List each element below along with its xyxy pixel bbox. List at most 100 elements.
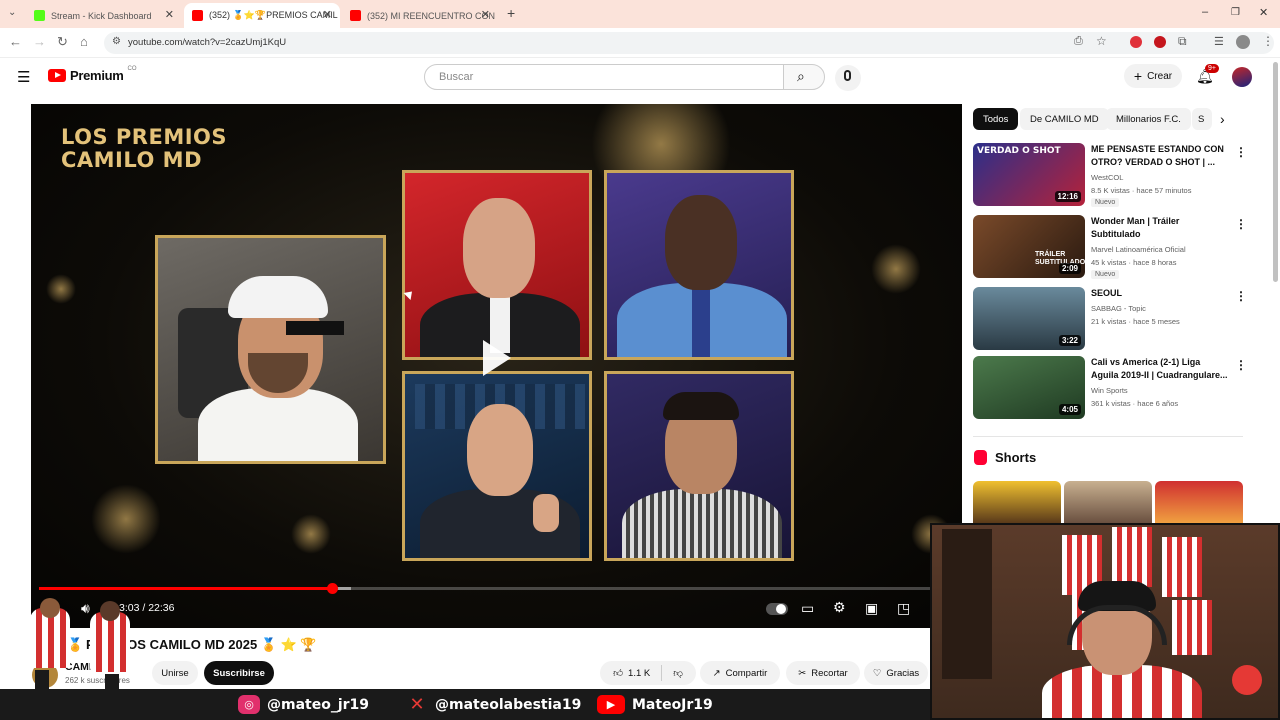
ball-decoration [1232, 665, 1262, 695]
recommendation-title[interactable]: Wonder Man | Tráiler Subtitulado [1091, 215, 1229, 241]
jersey-on-wall [1172, 600, 1212, 655]
maximize-button[interactable]: ❐ [1231, 7, 1240, 18]
chip-de-camilo-md[interactable]: De CAMILO MD [1020, 108, 1109, 130]
play-icon[interactable] [483, 340, 511, 376]
chip-partial[interactable]: S [1192, 108, 1212, 130]
home-icon[interactable]: ⌂ [80, 34, 88, 49]
search-button[interactable]: ⌕ [783, 64, 825, 90]
recommendation-item[interactable]: 3:22 SEOUL SABBAG - Topic 21 k vistas · … [973, 287, 1247, 351]
account-avatar[interactable] [1232, 67, 1252, 87]
tab-title: (352) MI REENCUENTRO CON [367, 10, 496, 21]
chip-label: Todos [983, 113, 1009, 125]
tab-close-icon[interactable]: ✕ [323, 8, 332, 21]
voice-search-button[interactable] [835, 65, 861, 91]
notifications-button[interactable]: 🔔︎ 9+ [1196, 64, 1219, 85]
recommendation-item[interactable]: 4:05 Cali vs America (2-1) Liga Aguila 2… [973, 356, 1247, 420]
chip-scroll-right-icon[interactable]: › [1220, 111, 1225, 127]
recommendation-meta: 8.5 K vistas · hace 57 minutos [1091, 186, 1192, 195]
join-button[interactable]: Unirse [152, 661, 198, 685]
x-handle: @mateolabestia19 [435, 696, 582, 713]
close-window-button[interactable]: ✕ [1259, 6, 1268, 19]
extension-opera-icon[interactable] [1154, 36, 1166, 48]
duration-badge: 12:16 [1054, 191, 1081, 202]
recommendation-item[interactable]: VERDAD O SHOT 12:16 ME PENSASTE ESTANDO … [973, 143, 1247, 207]
tab-premios-camilo[interactable]: (352) 🏅⭐🏆PREMIOS CAMIL ✕ [184, 3, 340, 28]
tab-title: Stream - Kick Dashboard [51, 10, 152, 21]
guest-panel-1 [402, 170, 592, 360]
share-arrow-icon: ↗ [712, 667, 721, 679]
create-button[interactable]: + Crear [1124, 64, 1182, 88]
more-options-icon[interactable]: ⋮ [1235, 217, 1247, 231]
youtube-header: ☰ Premium CO Buscar ⌕ + Crear 🔔︎ 9+ [0, 58, 1280, 98]
reload-icon[interactable]: ↻ [57, 34, 68, 50]
search-input[interactable]: Buscar [424, 64, 784, 90]
new-badge: Nuevo [1091, 198, 1120, 207]
autoplay-toggle[interactable] [766, 603, 788, 615]
share-button[interactable]: ↗ Compartir [700, 661, 780, 685]
back-icon[interactable]: ← [9, 34, 22, 49]
forward-icon[interactable]: → [33, 34, 46, 49]
reading-list-icon[interactable]: ☰ [1214, 35, 1224, 48]
guest-panel-2 [604, 170, 794, 360]
more-options-icon[interactable]: ⋮ [1235, 358, 1247, 372]
tab-close-icon[interactable]: ✕ [481, 8, 490, 21]
jersey-on-wall [1162, 537, 1202, 597]
recommendation-channel[interactable]: WestCOL [1091, 173, 1123, 182]
recommendation-thumbnail[interactable]: 3:22 [973, 287, 1085, 350]
short-thumbnail[interactable] [1155, 481, 1243, 523]
page-scrollbar[interactable] [1273, 62, 1278, 282]
tab-kick-dashboard[interactable]: Stream - Kick Dashboard ✕ [26, 3, 182, 28]
guest-panel-4 [604, 371, 794, 561]
miniplayer-icon[interactable]: ▣ [865, 600, 878, 617]
extension-adblock-icon[interactable] [1130, 36, 1142, 48]
install-app-icon[interactable]: ⎙ [1074, 35, 1083, 48]
recommendation-thumbnail[interactable]: 4:05 [973, 356, 1085, 419]
profile-avatar-icon[interactable] [1236, 35, 1250, 49]
new-tab-button[interactable]: + [507, 5, 515, 21]
extensions-puzzle-icon[interactable]: ⧉ [1178, 34, 1187, 49]
recommendation-title[interactable]: SEOUL [1091, 287, 1229, 300]
person-face [467, 404, 533, 496]
recommendation-thumbnail[interactable]: VERDAD O SHOT 12:16 [973, 143, 1085, 206]
dislike-button[interactable]: 👎︎ [673, 667, 683, 679]
browser-menu-icon[interactable]: ⋮ [1262, 34, 1274, 48]
logo-region: CO [127, 65, 137, 72]
like-button[interactable]: 👍︎ 1.1 K [613, 667, 650, 680]
progress-scrubber[interactable] [326, 583, 338, 594]
settings-gear-icon[interactable]: ⚙ [833, 599, 846, 616]
thanks-label: Gracias [886, 667, 920, 679]
progress-bar[interactable] [39, 583, 931, 594]
subtitles-icon[interactable]: ▭ [801, 600, 814, 617]
video-player[interactable]: LOS PREMIOS CAMILO MD 🔊︎ 3:03 / 22:36 ▭ … [31, 104, 962, 628]
more-options-icon[interactable]: ⋮ [1235, 145, 1247, 159]
youtube-premium-logo[interactable]: Premium CO [48, 65, 137, 83]
short-thumbnail[interactable] [1064, 481, 1152, 523]
recommendation-thumbnail[interactable]: TRÁILER SUBTITULADO 2:09 [973, 215, 1085, 278]
recommendation-title[interactable]: ME PENSASTE ESTANDO CON OTRO? VERDAD O S… [1091, 143, 1229, 169]
tab-list-chevron-icon[interactable]: ⌄ [8, 7, 16, 18]
subscribe-button[interactable]: Suscribirse [204, 661, 274, 685]
tab-mi-reencuentro[interactable]: (352) MI REENCUENTRO CON ✕ [342, 3, 498, 28]
white-cap [228, 276, 328, 318]
browser-address-bar: ← → ↻ ⌂ ⚙ youtube.com/watch?v=2cazUmj1Kq… [0, 28, 1280, 58]
chip-label: Millonarios F.C. [1116, 113, 1181, 125]
recommendation-item[interactable]: TRÁILER SUBTITULADO 2:09 Wonder Man | Tr… [973, 215, 1247, 279]
url-field[interactable]: ⚙ youtube.com/watch?v=2cazUmj1KqU ⎙ ☆ ⧉ … [104, 32, 1274, 54]
thanks-button[interactable]: ♡ Gracias [864, 661, 928, 685]
more-options-icon[interactable]: ⋮ [1235, 289, 1247, 303]
minimize-button[interactable]: – [1202, 6, 1208, 18]
bookmark-star-icon[interactable]: ☆ [1096, 34, 1107, 48]
cast-icon[interactable]: ◳ [897, 600, 910, 617]
clip-button[interactable]: ✂ Recortar [786, 661, 860, 685]
chip-todos[interactable]: Todos [973, 108, 1019, 130]
tab-close-icon[interactable]: ✕ [165, 8, 174, 21]
chip-millonarios[interactable]: Millonarios F.C. [1106, 108, 1191, 130]
recommendation-channel[interactable]: Win Sports [1091, 386, 1128, 395]
instagram-icon: ◎ [238, 695, 260, 714]
site-info-icon[interactable]: ⚙ [112, 36, 121, 47]
recommendation-channel[interactable]: Marvel Latinoamérica Oficial [1091, 245, 1186, 254]
short-thumbnail[interactable] [973, 481, 1061, 523]
recommendation-title[interactable]: Cali vs America (2-1) Liga Aguila 2019-I… [1091, 356, 1229, 382]
hamburger-menu-icon[interactable]: ☰ [17, 68, 30, 86]
recommendation-channel[interactable]: SABBAG - Topic [1091, 304, 1146, 313]
